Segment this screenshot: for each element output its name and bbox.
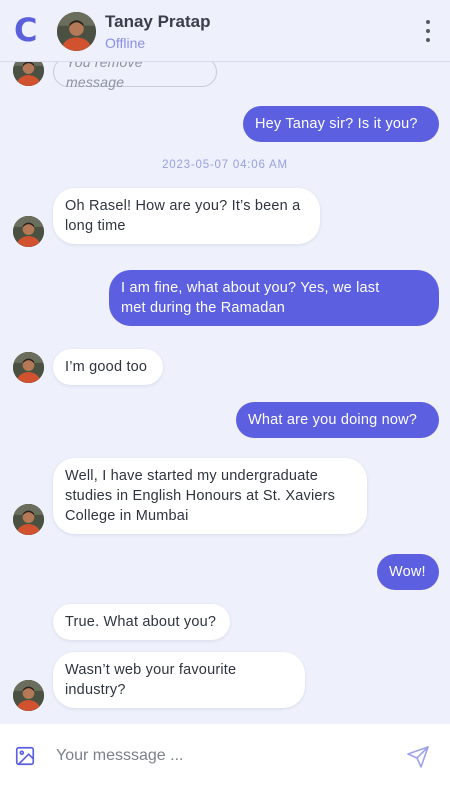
message-text: You remove message [66, 62, 143, 90]
message-text: I’m good too [65, 359, 148, 375]
message-list[interactable]: You remove message Hey Tanay sir? Is it … [0, 62, 450, 724]
message-composer [0, 724, 450, 789]
outgoing-message-bubble[interactable]: Wow! [377, 554, 439, 590]
incoming-message-bubble[interactable]: Wasn’t web your favourite industry? [53, 652, 305, 708]
send-icon[interactable] [406, 745, 430, 769]
incoming-message-bubble[interactable]: Oh Rasel! How are you? It’s been a long … [53, 188, 320, 244]
incoming-message-bubble[interactable]: Well, I have started my undergraduate st… [53, 458, 367, 534]
outgoing-message-bubble[interactable]: I am fine, what about you? Yes, we last … [109, 270, 439, 326]
message-text: Hey Tanay sir? Is it you? [255, 116, 418, 132]
message-line: Wasn’t web your favourite [65, 662, 237, 678]
message-line: industry? [65, 682, 126, 698]
sender-avatar [13, 62, 44, 86]
outgoing-message-bubble[interactable]: What are you doing now? [236, 402, 439, 438]
sender-avatar [13, 352, 44, 383]
incoming-message-bubble[interactable]: True. What about you? [53, 604, 230, 640]
message-line: long time [65, 218, 126, 234]
message-text: What are you doing now? [248, 412, 418, 428]
sender-avatar [13, 504, 44, 535]
app-logo: C [14, 11, 38, 49]
message-line: Oh Rasel! How are you? It’s been a [65, 198, 301, 214]
chat-header: C Tanay Pratap Offline [0, 0, 450, 62]
contact-avatar[interactable] [57, 12, 96, 51]
message-line: studies in English Honours at St. Xavier… [65, 488, 336, 504]
more-vertical-icon[interactable] [422, 20, 434, 42]
message-line: Well, I have started my undergraduate [65, 468, 318, 484]
sender-avatar [13, 216, 44, 247]
message-input[interactable] [56, 740, 386, 772]
sender-avatar [13, 680, 44, 711]
contact-status: Offline [105, 35, 146, 51]
message-text: Wow! [389, 564, 426, 580]
message-line: I am fine, what about you? Yes, we last [121, 280, 380, 296]
incoming-message-bubble[interactable]: I’m good too [53, 349, 163, 385]
message-text: True. What about you? [65, 614, 217, 630]
image-icon[interactable] [14, 745, 36, 767]
message-timestamp: 2023-05-07 04:06 AM [162, 159, 288, 171]
removed-message-bubble: You remove message [53, 62, 217, 90]
message-line: met during the Ramadan [121, 300, 285, 316]
contact-name: Tanay Pratap [105, 12, 211, 31]
message-line: College in Mumbai [65, 508, 189, 524]
outgoing-message-bubble[interactable]: Hey Tanay sir? Is it you? [243, 106, 439, 142]
